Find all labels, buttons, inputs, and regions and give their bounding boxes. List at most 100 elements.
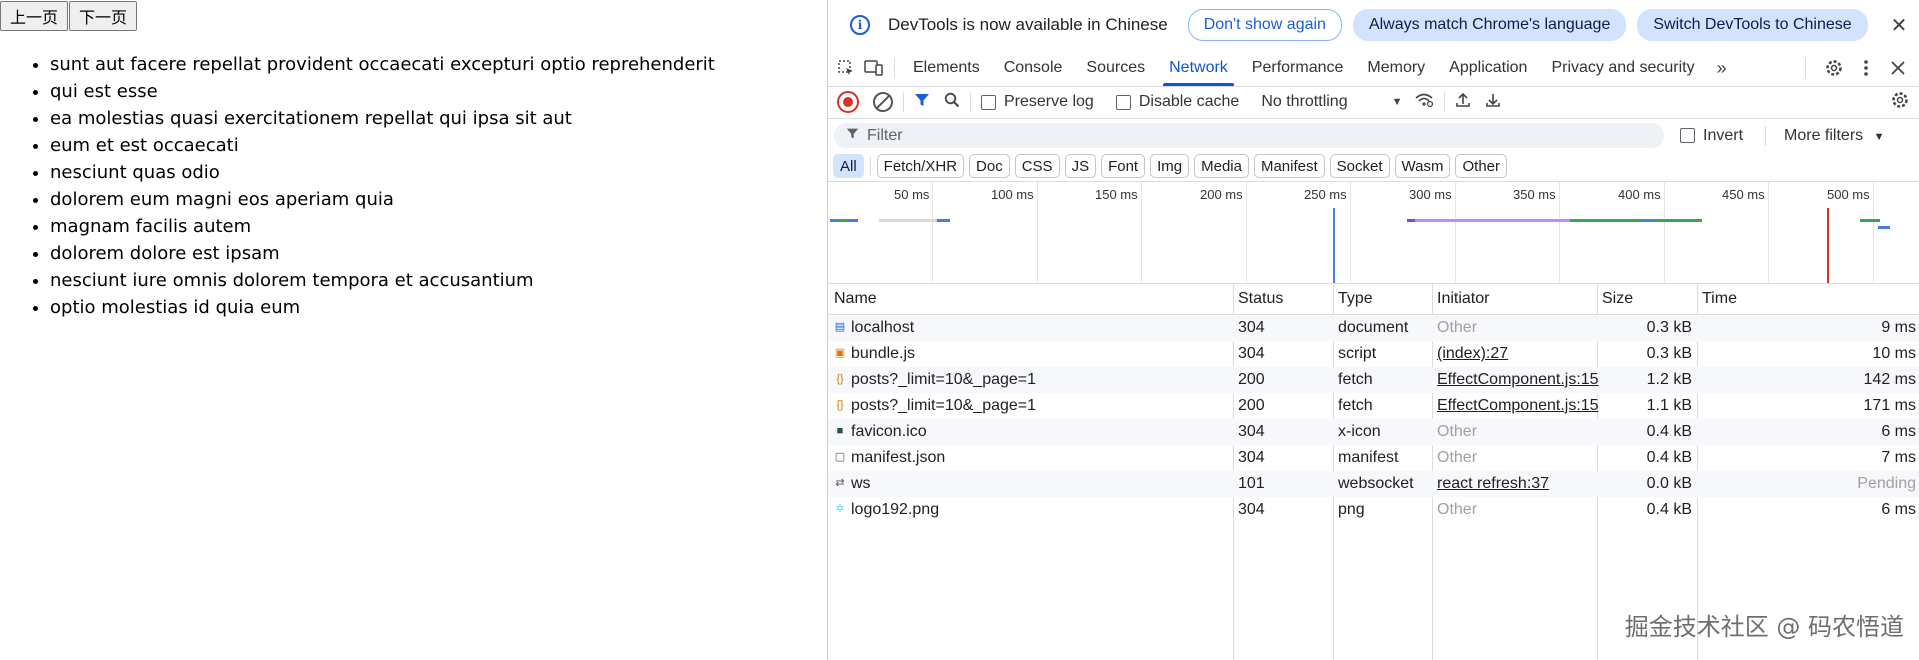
checkbox-box[interactable] bbox=[1115, 94, 1131, 110]
table-row[interactable]: ▢ manifest.json 304 manifest Other 0.4 kB 7 ms bbox=[828, 445, 1919, 471]
column-header-status[interactable]: Status bbox=[1238, 290, 1283, 308]
type-filter-all[interactable]: All bbox=[833, 154, 864, 178]
cell-type: document bbox=[1338, 319, 1409, 336]
table-row[interactable]: ▣ bundle.js 304 script (index):27 0.3 kB 10 ms bbox=[828, 341, 1919, 367]
cell-size: 0.3 kB bbox=[1646, 319, 1692, 336]
close-devtools-icon[interactable] bbox=[1884, 54, 1912, 82]
cell-initiator[interactable]: react refresh:37 bbox=[1437, 475, 1549, 493]
type-filter-font[interactable]: Font bbox=[1101, 154, 1146, 178]
table-row[interactable]: ⇄ ws 101 websocket react refresh:37 0.0 kB Pen… bbox=[828, 471, 1919, 497]
timeline-gridline bbox=[1037, 182, 1038, 283]
table-row[interactable]: ▤ localhost 304 document Other 0.3 kB 9 ms bbox=[828, 315, 1919, 341]
next-page-button[interactable]: 下一页 bbox=[69, 1, 138, 31]
filter-input[interactable]: Filter bbox=[834, 123, 1664, 148]
import-har-icon[interactable] bbox=[1455, 92, 1471, 113]
post-list: sunt aut facere repellat provident occae… bbox=[28, 51, 715, 321]
post-item: sunt aut facere repellat provident occae… bbox=[50, 51, 715, 78]
table-row[interactable]: ✲ logo192.png 304 png Other 0.4 kB 6 ms bbox=[828, 497, 1919, 523]
cell-initiator: Other bbox=[1437, 501, 1478, 518]
timeline-gridline bbox=[932, 182, 933, 283]
cell-type: png bbox=[1338, 501, 1365, 518]
cell-initiator: Other bbox=[1437, 449, 1478, 466]
type-filter-media[interactable]: Media bbox=[1194, 154, 1249, 178]
preserve-log-checkbox[interactable]: Preserve log bbox=[981, 93, 1094, 111]
type-filter-doc[interactable]: Doc bbox=[969, 154, 1010, 178]
cell-name: favicon.ico bbox=[851, 423, 927, 440]
checkbox-box[interactable] bbox=[1680, 128, 1695, 143]
inspect-element-icon[interactable] bbox=[832, 54, 860, 82]
table-row[interactable]: {} posts?_limit=10&_page=1 200 fetch EffectC… bbox=[828, 367, 1919, 393]
type-filter-other[interactable]: Other bbox=[1455, 154, 1507, 178]
column-header-initiator[interactable]: Initiator bbox=[1437, 290, 1489, 308]
column-header-type[interactable]: Type bbox=[1338, 290, 1373, 308]
disable-cache-checkbox[interactable]: Disable cache bbox=[1115, 93, 1239, 111]
tab-privacy-and-security[interactable]: Privacy and security bbox=[1539, 50, 1706, 86]
timeline-tick-label: 350 ms bbox=[1513, 187, 1556, 202]
more-filters-dropdown[interactable]: More filters ▼ bbox=[1784, 127, 1884, 145]
close-icon[interactable]: ✕ bbox=[1891, 13, 1908, 38]
info-icon: i bbox=[850, 15, 870, 35]
tab-application[interactable]: Application bbox=[1437, 50, 1539, 86]
cell-status: 101 bbox=[1238, 475, 1265, 492]
fetch-icon: {} bbox=[836, 373, 844, 385]
column-header-time[interactable]: Time bbox=[1702, 290, 1737, 308]
always-match-language-button[interactable]: Always match Chrome's language bbox=[1352, 9, 1627, 41]
tab-sources[interactable]: Sources bbox=[1074, 50, 1157, 86]
timeline-gridline bbox=[1664, 182, 1665, 283]
devtools-tabbar: Elements Console Sources Network Performance… bbox=[828, 50, 1919, 87]
timeline-gridline bbox=[1455, 182, 1456, 283]
filter-funnel-icon[interactable] bbox=[914, 92, 930, 113]
cell-name: localhost bbox=[851, 319, 915, 336]
websocket-icon: ⇄ bbox=[835, 477, 845, 489]
chevron-down-icon: ▼ bbox=[1391, 96, 1403, 108]
network-conditions-icon[interactable] bbox=[1414, 92, 1434, 113]
cell-time: 7 ms bbox=[1881, 449, 1916, 466]
fetch-icon: {} bbox=[836, 399, 844, 411]
tab-performance[interactable]: Performance bbox=[1240, 50, 1356, 86]
filter-placeholder: Filter bbox=[867, 126, 903, 144]
panel-tabs: Elements Console Sources Network Performance… bbox=[901, 50, 1707, 86]
network-overview-timeline[interactable]: 50 ms 100 ms 150 ms 200 ms 250 ms 300 ms 350 m… bbox=[828, 181, 1919, 284]
cell-status: 304 bbox=[1238, 449, 1265, 466]
dont-show-again-button[interactable]: Don't show again bbox=[1187, 9, 1342, 41]
prev-page-button[interactable]: 上一页 bbox=[0, 1, 69, 31]
cell-initiator[interactable]: EffectComponent.js:15 bbox=[1437, 371, 1599, 389]
type-filter-manifest[interactable]: Manifest bbox=[1253, 154, 1325, 178]
invert-checkbox[interactable]: Invert bbox=[1680, 127, 1743, 145]
network-settings-gear-icon[interactable] bbox=[1890, 90, 1910, 115]
timeline-gridline bbox=[1559, 182, 1560, 283]
cell-initiator[interactable]: (index):27 bbox=[1437, 345, 1508, 363]
record-stop-icon[interactable] bbox=[837, 91, 859, 113]
type-filter-css[interactable]: CSS bbox=[1014, 154, 1060, 178]
timeline-tick-label: 500 ms bbox=[1827, 187, 1870, 202]
table-row[interactable]: ■ favicon.ico 304 x-icon Other 0.4 kB 6 ms bbox=[828, 419, 1919, 445]
tab-console[interactable]: Console bbox=[992, 50, 1075, 86]
cell-initiator[interactable]: EffectComponent.js:15 bbox=[1437, 397, 1599, 415]
tab-memory[interactable]: Memory bbox=[1355, 50, 1437, 86]
switch-to-chinese-button[interactable]: Switch DevTools to Chinese bbox=[1637, 9, 1868, 41]
throttling-select[interactable]: No throttling ▼ bbox=[1261, 93, 1402, 111]
checkbox-box[interactable] bbox=[981, 94, 996, 110]
clear-log-icon[interactable] bbox=[873, 92, 893, 112]
column-header-name[interactable]: Name bbox=[834, 290, 877, 308]
column-header-size[interactable]: Size bbox=[1602, 290, 1633, 308]
type-filter-js[interactable]: JS bbox=[1064, 154, 1097, 178]
cell-status: 304 bbox=[1238, 345, 1265, 362]
cell-initiator: Other bbox=[1437, 319, 1478, 336]
type-filter-img[interactable]: Img bbox=[1150, 154, 1190, 178]
type-filter-wasm[interactable]: Wasm bbox=[1394, 154, 1451, 178]
settings-gear-icon[interactable] bbox=[1820, 54, 1848, 82]
timeline-request-bar bbox=[1878, 226, 1890, 229]
timeline-event-marker bbox=[1827, 208, 1829, 283]
type-filter-fetch-xhr[interactable]: Fetch/XHR bbox=[876, 154, 965, 178]
cell-name: ws bbox=[851, 475, 871, 492]
table-row[interactable]: {} posts?_limit=10&_page=1 200 fetch EffectC… bbox=[828, 393, 1919, 419]
device-toolbar-icon[interactable] bbox=[860, 54, 888, 82]
type-filter-socket[interactable]: Socket bbox=[1329, 154, 1390, 178]
export-har-icon[interactable] bbox=[1485, 92, 1501, 113]
more-tabs-icon[interactable]: » bbox=[1707, 58, 1737, 79]
kebab-menu-icon[interactable] bbox=[1852, 54, 1880, 82]
tab-elements[interactable]: Elements bbox=[901, 50, 992, 86]
search-icon[interactable] bbox=[944, 92, 960, 113]
tab-network[interactable]: Network bbox=[1157, 50, 1240, 86]
